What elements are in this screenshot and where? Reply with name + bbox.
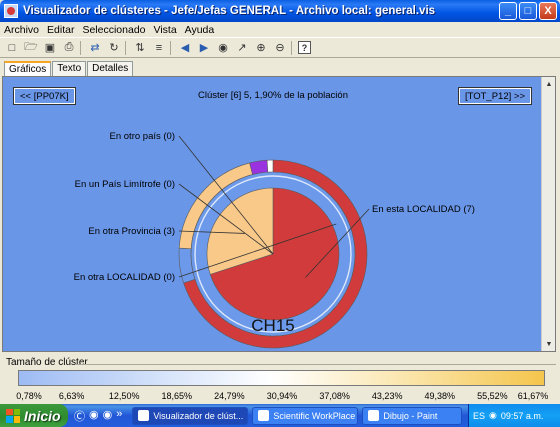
zoom-in-icon[interactable]: ⊕: [253, 40, 269, 56]
task-label: Scientific WorkPlace ...: [273, 410, 359, 421]
cluster-size-tick: 0,78%: [16, 391, 42, 401]
task-label: Visualizador de clúst...: [153, 410, 244, 421]
slice-label: En esta LOCALIDAD (7): [372, 204, 475, 215]
expand-icon[interactable]: »: [116, 408, 122, 424]
desktop-icon[interactable]: ◉: [89, 408, 99, 424]
media-icon[interactable]: ◉: [103, 408, 113, 424]
print-icon[interactable]: ⎙: [61, 40, 77, 56]
toolbar-separator: [170, 40, 174, 55]
menu-ayuda[interactable]: Ayuda: [185, 24, 215, 36]
slice-label: En otra LOCALIDAD (0): [74, 272, 175, 283]
tray-icon[interactable]: ◉: [489, 410, 497, 421]
cluster-size-tick: 6,63%: [58, 391, 85, 401]
help-icon[interactable]: ?: [298, 41, 311, 54]
ie-icon[interactable]: Ⓒ: [74, 408, 85, 424]
system-tray: ES ◉ 09:57 a.m.: [468, 404, 560, 427]
taskbar: Inicio Ⓒ ◉ ◉ » Visualizador de clúst... …: [0, 404, 560, 427]
vertical-scrollbar[interactable]: ▲ ▼: [541, 77, 555, 351]
slice-label: En otra Provincia (3): [88, 226, 175, 237]
task-label: Dibujo - Paint: [383, 410, 438, 421]
close-button[interactable]: X: [539, 2, 557, 20]
align-icon[interactable]: ≡: [151, 40, 167, 56]
view-tabs: Gráficos Texto Detalles: [4, 61, 134, 76]
outer-ring-slice: [266, 159, 274, 173]
start-label: Inicio: [24, 407, 61, 424]
swap-icon[interactable]: ⇄: [87, 40, 103, 56]
paint-icon: [368, 410, 380, 421]
title-bar[interactable]: Visualizador de clústeres - Jefe/Jefas G…: [0, 0, 560, 22]
chart-panel: En esta LOCALIDAD (7) En otra LOCALIDAD (…: [2, 76, 556, 352]
toolbar-separator: [125, 40, 129, 55]
toolbar: □ 🗁 ▣ ⎙ ⇄ ↻ ⇅ ≡ ◀ ▶ ◉ ↗ ⊕ ⊖ ?: [0, 37, 560, 58]
arrow-left-icon[interactable]: ◀: [177, 40, 193, 56]
slice-label: En un País Limítrofe (0): [75, 179, 175, 190]
maximize-button[interactable]: □: [519, 2, 537, 20]
tab-graficos[interactable]: Gráficos: [4, 61, 52, 76]
cluster-size-ticks: 0,78% 6,63% 12,50% 18,65% 24,79% 30,94% 37,08%…: [0, 391, 560, 403]
divider: [76, 364, 556, 365]
open-icon[interactable]: 🗁: [23, 40, 39, 56]
task-visualizador[interactable]: Visualizador de clúst...: [132, 406, 249, 425]
tab-texto[interactable]: Texto: [52, 61, 87, 76]
menu-archivo[interactable]: Archivo: [4, 24, 39, 36]
tab-detalles[interactable]: Detalles: [87, 61, 134, 76]
menu-seleccionado[interactable]: Seleccionado: [82, 24, 145, 36]
menu-editar[interactable]: Editar: [47, 24, 74, 36]
menu-bar: Archivo Editar Seleccionado Vista Ayuda: [0, 22, 560, 37]
scroll-down-icon[interactable]: ▼: [544, 339, 554, 349]
save-icon[interactable]: ▣: [42, 40, 58, 56]
quick-launch: Ⓒ ◉ ◉ »: [68, 408, 128, 424]
slice-label: En otro país (0): [110, 131, 175, 142]
cluster-size-tick: 24,79%: [214, 391, 245, 401]
rotate-icon[interactable]: ↻: [106, 40, 122, 56]
app-window: Visualizador de clústeres - Jefe/Jefas G…: [0, 0, 560, 404]
menu-vista[interactable]: Vista: [154, 24, 177, 36]
arrow-right-icon[interactable]: ▶: [196, 40, 212, 56]
task-paint[interactable]: Dibujo - Paint: [362, 406, 463, 425]
cluster-size-tick: 37,08%: [319, 391, 350, 401]
cluster-size-tick: 49,38%: [424, 391, 456, 401]
wand-icon[interactable]: ↗: [234, 40, 250, 56]
cluster-size-gradient: [18, 370, 545, 386]
windows-logo-icon: [6, 408, 20, 423]
next-cluster-button[interactable]: [TOT_P12] >>: [457, 87, 533, 105]
zoom-out-icon[interactable]: ⊖: [272, 40, 288, 56]
cluster-size-tick: 61,67%: [517, 391, 549, 401]
toolbar-separator: [80, 40, 84, 55]
scroll-up-icon[interactable]: ▲: [544, 79, 554, 89]
minimize-button[interactable]: _: [499, 2, 517, 20]
cluster-size-tick: 55,52%: [477, 391, 508, 401]
cluster-size-label: Tamaño de clúster: [6, 357, 88, 368]
toolbar-separator: [291, 40, 295, 55]
cluster-chart: En esta LOCALIDAD (7) En otra LOCALIDAD (…: [74, 131, 475, 349]
window-title: Visualizador de clústeres - Jefe/Jefas G…: [23, 5, 436, 17]
cluster-size-tick: 30,94%: [266, 391, 298, 401]
swp-icon: [258, 410, 270, 421]
language-indicator[interactable]: ES: [473, 411, 485, 421]
cluster-size-panel: Tamaño de clúster 0,78% 6,63% 12,50% 18,65%…: [0, 354, 560, 404]
cluster-name: CH15: [251, 316, 294, 335]
app-icon: [138, 410, 150, 421]
new-icon[interactable]: □: [4, 40, 20, 56]
sort-icon[interactable]: ⇅: [132, 40, 148, 56]
task-scientific-workplace[interactable]: Scientific WorkPlace ...: [252, 406, 359, 425]
clock: 09:57 a.m.: [500, 410, 544, 421]
app-icon: [4, 4, 18, 18]
cluster-size-tick: 43,23%: [371, 391, 403, 401]
cluster-size-tick: 18,65%: [161, 391, 193, 401]
cluster-size-tick: 12,50%: [108, 391, 140, 401]
binoculars-icon[interactable]: ◉: [215, 40, 231, 56]
start-button[interactable]: Inicio: [0, 404, 68, 427]
